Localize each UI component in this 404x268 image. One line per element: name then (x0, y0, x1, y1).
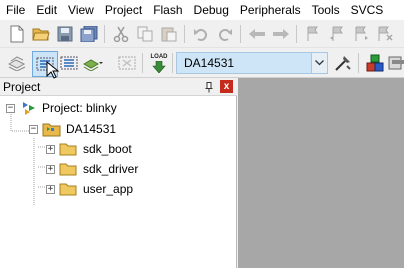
undo-icon[interactable] (190, 23, 212, 45)
project-icon (21, 100, 37, 116)
tree-label-project: Project: blinky (42, 101, 117, 115)
tree-item-group[interactable]: + user_app (46, 180, 133, 198)
menu-peripherals[interactable]: Peripherals (234, 0, 306, 20)
tree-label-group: sdk_driver (83, 162, 139, 176)
expand-icon[interactable]: + (46, 184, 55, 194)
tree-item-project[interactable]: − Project: blinky (6, 99, 117, 117)
collapse-icon[interactable]: − (29, 124, 38, 134)
target-folder-icon (42, 121, 62, 137)
tree-item-group[interactable]: + sdk_boot (46, 140, 132, 158)
navigate-back-icon[interactable] (246, 23, 268, 45)
project-panel: Project x − Project: blinky − DA14531 + … (0, 78, 237, 268)
rebuild-icon[interactable] (58, 52, 80, 74)
build-toolbar: LOAD DA14531 (0, 48, 404, 78)
menu-project[interactable]: Project (99, 0, 147, 20)
menu-flash[interactable]: Flash (147, 0, 187, 20)
bookmark-next-icon[interactable] (350, 23, 372, 45)
file-toolbar (0, 20, 404, 48)
clear-bookmarks-icon[interactable] (374, 23, 396, 45)
save-all-icon[interactable] (78, 23, 100, 45)
menu-debug[interactable]: Debug (188, 0, 234, 20)
panel-title: Project (3, 80, 41, 94)
cut-icon[interactable] (110, 23, 132, 45)
download-icon[interactable]: LOAD (148, 52, 170, 74)
translate-icon[interactable] (6, 52, 28, 74)
copy-icon[interactable] (134, 23, 156, 45)
menu-bar: File Edit View Project Flash Debug Perip… (0, 0, 404, 20)
menu-edit[interactable]: Edit (30, 0, 62, 20)
bookmark-icon[interactable] (302, 23, 324, 45)
chevron-down-icon[interactable] (311, 53, 327, 73)
menu-svcs[interactable]: SVCS (345, 0, 389, 20)
open-folder-icon[interactable] (30, 23, 52, 45)
target-options-icon[interactable] (332, 52, 354, 74)
load-label: LOAD (150, 53, 168, 60)
target-select-value: DA14531 (184, 56, 235, 70)
folder-icon (59, 162, 77, 176)
paste-icon[interactable] (158, 23, 180, 45)
folder-icon (59, 182, 77, 196)
expand-icon[interactable]: + (46, 144, 55, 154)
expand-icon[interactable]: + (46, 164, 55, 174)
tree-item-group[interactable]: + sdk_driver (46, 160, 138, 178)
menu-file[interactable]: File (0, 0, 30, 20)
redo-icon[interactable] (214, 23, 236, 45)
tree-item-target[interactable]: − DA14531 (29, 120, 116, 138)
project-panel-header: Project x (0, 78, 237, 96)
batch-build-icon[interactable] (82, 52, 104, 74)
close-icon[interactable]: x (220, 80, 233, 93)
collapse-icon[interactable]: − (6, 103, 15, 113)
menu-tools[interactable]: Tools (306, 0, 345, 20)
target-select[interactable]: DA14531 (176, 52, 328, 74)
new-file-icon[interactable] (6, 23, 28, 45)
stop-build-icon[interactable] (116, 52, 138, 74)
select-packs-icon[interactable] (386, 52, 404, 74)
tree-label-group: sdk_boot (83, 142, 132, 156)
manage-components-icon[interactable] (364, 52, 386, 74)
editor-area[interactable] (238, 78, 404, 268)
menu-view[interactable]: View (62, 0, 99, 20)
bookmark-prev-icon[interactable] (326, 23, 348, 45)
folder-icon (59, 142, 77, 156)
save-icon[interactable] (54, 23, 76, 45)
pin-icon[interactable] (203, 81, 215, 93)
navigate-forward-icon[interactable] (270, 23, 292, 45)
mouse-cursor-icon (46, 61, 60, 79)
tree-label-group: user_app (83, 182, 134, 196)
tree-label-target: DA14531 (66, 122, 117, 136)
